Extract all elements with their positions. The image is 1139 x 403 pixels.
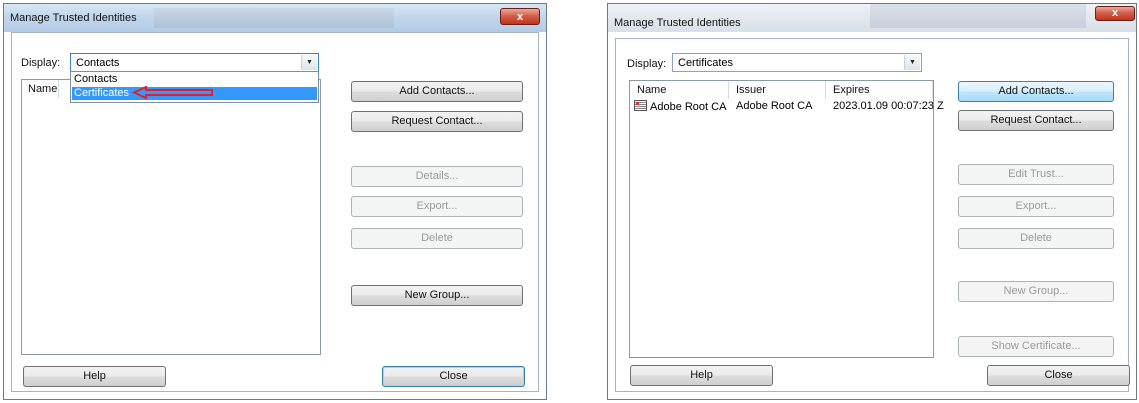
right-col-separator-2	[825, 81, 826, 99]
left-export-button[interactable]: Export...	[351, 196, 523, 217]
right-col-separator-3	[932, 81, 933, 99]
right-display-label: Display:	[627, 58, 667, 70]
left-titlebar[interactable]: Manage Trusted Identities x	[4, 4, 546, 32]
row-name: Adobe Root CA	[650, 101, 727, 113]
left-help-button[interactable]: Help	[23, 366, 166, 387]
right-new-group-button[interactable]: New Group...	[958, 281, 1114, 302]
right-dialog-title: Manage Trusted Identities	[614, 17, 741, 29]
left-display-select[interactable]: Contacts ▼	[70, 53, 319, 72]
left-add-contacts-button[interactable]: Add Contacts...	[351, 81, 523, 102]
right-display-select-value: Certificates	[678, 57, 734, 69]
right-help-button[interactable]: Help	[630, 365, 773, 386]
left-col-header-name[interactable]: Name	[28, 83, 57, 95]
row-name-cell: Adobe Root CA	[634, 100, 726, 113]
right-col-header-issuer[interactable]: Issuer	[736, 84, 766, 96]
right-export-button[interactable]: Export...	[958, 196, 1114, 217]
left-dialog: Manage Trusted Identities x Display: Con…	[3, 3, 547, 400]
chevron-down-icon[interactable]: ▼	[904, 55, 920, 70]
right-col-separator-1	[728, 81, 729, 99]
right-window-close-button[interactable]: x	[1095, 6, 1135, 21]
left-display-select-value: Contacts	[76, 57, 120, 69]
right-dialog: Manage Trusted Identities x Display: Cer…	[607, 3, 1137, 400]
dropdown-option-contacts[interactable]: Contacts	[72, 73, 317, 86]
right-request-contact-button[interactable]: Request Contact...	[958, 110, 1114, 131]
left-close-button[interactable]: Close	[382, 366, 525, 387]
right-client-area: Display: Certificates ▼ Name Issuer Expi…	[615, 38, 1130, 392]
right-titlebar-ghost-decoration	[870, 4, 1086, 28]
right-add-contacts-button[interactable]: Add Contacts...	[958, 81, 1114, 102]
chevron-down-icon[interactable]: ▼	[301, 55, 317, 70]
left-col-separator	[58, 80, 59, 98]
left-titlebar-ghost-decoration	[154, 8, 394, 28]
right-col-header-expires[interactable]: Expires	[833, 84, 870, 96]
row-issuer: Adobe Root CA	[736, 100, 813, 112]
right-certificates-list[interactable]: Name Issuer Expires Adobe Root CA Adobe …	[629, 80, 944, 358]
table-row[interactable]: Adobe Root CA Adobe Root CA 2023.01.09 0…	[632, 100, 944, 114]
right-show-certificate-button[interactable]: Show Certificate...	[958, 336, 1114, 357]
row-expires: 2023.01.09 00:07:23 Z	[833, 100, 944, 112]
left-new-group-button[interactable]: New Group...	[351, 285, 523, 306]
red-arrow-annotation	[132, 86, 213, 99]
right-close-button[interactable]: Close	[987, 365, 1130, 386]
right-edit-trust-button[interactable]: Edit Trust...	[958, 164, 1114, 185]
left-delete-button[interactable]: Delete	[351, 228, 523, 249]
left-details-button[interactable]: Details...	[351, 166, 523, 187]
right-display-select[interactable]: Certificates ▼	[672, 53, 922, 72]
certificate-icon	[634, 100, 647, 111]
left-window-close-button[interactable]: x	[500, 8, 540, 25]
right-col-header-name[interactable]: Name	[637, 84, 666, 96]
left-display-label: Display:	[21, 57, 61, 69]
left-dialog-title: Manage Trusted Identities	[10, 12, 137, 24]
right-delete-button[interactable]: Delete	[958, 228, 1114, 249]
left-request-contact-button[interactable]: Request Contact...	[351, 111, 523, 132]
left-client-area: Display: Contacts ▼ Name Contacts Certif…	[11, 32, 539, 392]
right-titlebar[interactable]: Manage Trusted Identities x	[608, 4, 1136, 32]
left-contacts-list[interactable]: Name	[21, 79, 321, 355]
